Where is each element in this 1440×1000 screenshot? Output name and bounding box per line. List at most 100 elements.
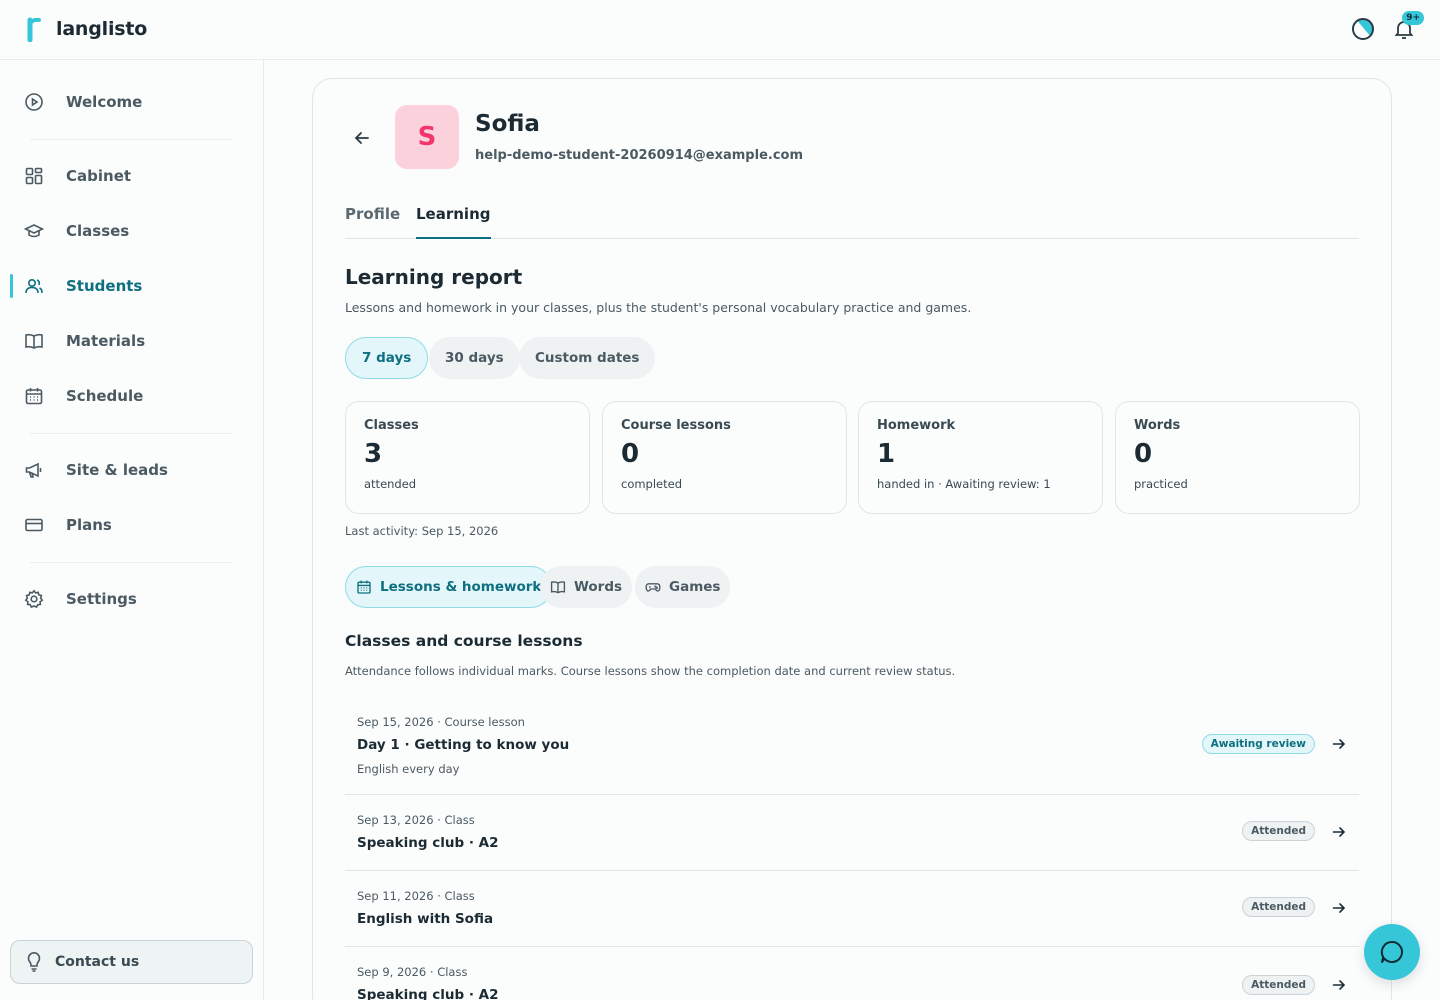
row-title: English with Sofia — [357, 911, 494, 927]
stat-value: 1 — [877, 439, 896, 469]
sidebar-item-label: Students — [66, 277, 143, 295]
stat-label: Course lessons — [621, 418, 731, 433]
notifications-button[interactable]: 9+ — [1392, 11, 1424, 41]
section-label: Words — [574, 579, 623, 595]
sidebar-item-students[interactable]: Students — [0, 266, 264, 306]
sidebar-item-plans[interactable]: Plans — [0, 505, 264, 545]
last-activity: Last activity: Sep 15, 2026 — [345, 524, 499, 538]
lesson-row[interactable]: Sep 11, 2026 · Class English with Sofia … — [345, 871, 1359, 947]
users-icon — [25, 278, 43, 294]
stat-value: 0 — [621, 439, 640, 469]
sidebar-item-label: Cabinet — [66, 167, 132, 185]
top-bar: langlisto 9+ — [0, 0, 1440, 60]
app-logo[interactable]: langlisto — [26, 16, 147, 42]
sidebar-item-materials[interactable]: Materials — [0, 321, 264, 361]
row-title: Speaking club · A2 — [357, 835, 499, 851]
sidebar-item-label: Site & leads — [66, 461, 168, 479]
row-title: Day 1 · Getting to know you — [357, 737, 570, 753]
row-meta: Sep 15, 2026 · Course lesson — [357, 715, 525, 729]
back-button[interactable] — [351, 127, 373, 149]
section-label: Games — [669, 579, 721, 595]
stat-note: attended — [364, 477, 417, 491]
sidebar-item-label: Settings — [66, 590, 137, 608]
sidebar-item-settings[interactable]: Settings — [0, 579, 264, 619]
tab-profile[interactable]: Profile — [345, 205, 400, 237]
chat-bubble-icon — [1380, 940, 1403, 963]
sidebar-divider — [30, 433, 232, 434]
contact-us-button[interactable]: Contact us — [10, 940, 253, 984]
stat-card-classes: Classes 3 attended — [345, 401, 590, 514]
sidebar-item-classes[interactable]: Classes — [0, 211, 264, 251]
megaphone-icon — [25, 462, 42, 478]
lightbulb-icon — [27, 952, 41, 972]
sidebar-item-label: Materials — [66, 332, 146, 350]
graduation-cap-icon — [24, 224, 44, 238]
sidebar-item-welcome[interactable]: Welcome — [0, 82, 264, 122]
lesson-row[interactable]: Sep 15, 2026 · Course lesson Day 1 · Get… — [345, 703, 1359, 795]
report-subtitle: Lessons and homework in your classes, pl… — [345, 300, 972, 315]
gear-icon — [24, 589, 44, 609]
sidebar-item-schedule[interactable]: Schedule — [0, 376, 264, 416]
row-meta: Sep 13, 2026 · Class — [357, 813, 475, 827]
sidebar-item-label: Schedule — [66, 387, 144, 405]
sidebar-divider — [30, 562, 232, 563]
gamepad-icon — [645, 583, 661, 592]
stat-note: practiced — [1134, 477, 1188, 491]
section-words-button[interactable]: Words — [540, 566, 633, 608]
arrow-right-icon[interactable] — [1331, 736, 1347, 752]
status-badge: Awaiting review — [1201, 734, 1315, 754]
lessons-section-title: Classes and course lessons — [345, 632, 583, 650]
section-label: Lessons & homework — [380, 579, 542, 595]
stat-value: 0 — [1134, 439, 1153, 469]
app-name: langlisto — [56, 18, 148, 40]
student-card: S Sofia help-demo-student-20260914@examp… — [312, 78, 1392, 1000]
arrow-left-icon — [354, 132, 369, 144]
tab-learning[interactable]: Learning — [416, 205, 491, 239]
sidebar-item-label: Plans — [66, 516, 112, 534]
stat-label: Classes — [364, 418, 419, 433]
notifications-badge: 9+ — [1402, 11, 1424, 25]
section-games-button[interactable]: Games — [635, 566, 731, 608]
calendar-icon — [357, 580, 371, 594]
range-7-days-button[interactable]: 7 days — [345, 337, 429, 379]
chat-button[interactable] — [1364, 924, 1420, 980]
book-icon — [550, 581, 566, 594]
status-badge: Attended — [1242, 975, 1315, 995]
logo-icon — [26, 16, 44, 42]
sidebar-divider — [30, 139, 232, 140]
stat-card-course-lessons: Course lessons 0 completed — [602, 401, 847, 514]
play-circle-icon — [25, 93, 43, 111]
calendar-icon — [25, 388, 43, 405]
row-course: English every day — [357, 762, 460, 776]
lesson-row[interactable]: Sep 13, 2026 · Class Speaking club · A2 … — [345, 795, 1359, 871]
grid-icon — [25, 167, 43, 185]
stat-note: completed — [621, 477, 683, 491]
sidebar-item-cabinet[interactable]: Cabinet — [0, 156, 264, 196]
credit-card-icon — [25, 518, 43, 532]
stat-card-homework: Homework 1 handed in · Awaiting review: … — [858, 401, 1103, 514]
sidebar-item-site-leads[interactable]: Site & leads — [0, 450, 264, 490]
status-badge: Attended — [1242, 821, 1315, 841]
row-meta: Sep 9, 2026 · Class — [357, 965, 468, 979]
report-title: Learning report — [345, 265, 523, 289]
sidebar-item-label: Welcome — [66, 93, 143, 111]
theme-toggle-icon[interactable] — [1352, 18, 1374, 40]
range-custom-dates-button[interactable]: Custom dates — [519, 337, 656, 379]
tab-bar: Profile Learning — [345, 197, 1359, 239]
stat-card-words: Words 0 practiced — [1115, 401, 1360, 514]
stat-value: 3 — [364, 439, 383, 469]
row-meta: Sep 11, 2026 · Class — [357, 889, 475, 903]
range-30-days-button[interactable]: 30 days — [429, 337, 520, 379]
row-title: Speaking club · A2 — [357, 987, 499, 1000]
arrow-right-icon[interactable] — [1331, 900, 1347, 916]
stat-note: handed in · Awaiting review: 1 — [877, 477, 1051, 491]
student-email: help-demo-student-20260914@example.com — [475, 148, 804, 163]
student-avatar: S — [395, 105, 459, 169]
section-lessons-homework-button[interactable]: Lessons & homework — [345, 566, 553, 608]
stat-label: Homework — [877, 418, 956, 433]
lesson-row[interactable]: Sep 9, 2026 · Class Speaking club · A2 A… — [345, 947, 1359, 1000]
arrow-right-icon[interactable] — [1331, 977, 1347, 993]
arrow-right-icon[interactable] — [1331, 824, 1347, 840]
student-name: Sofia — [475, 111, 540, 137]
stat-label: Words — [1134, 418, 1181, 433]
